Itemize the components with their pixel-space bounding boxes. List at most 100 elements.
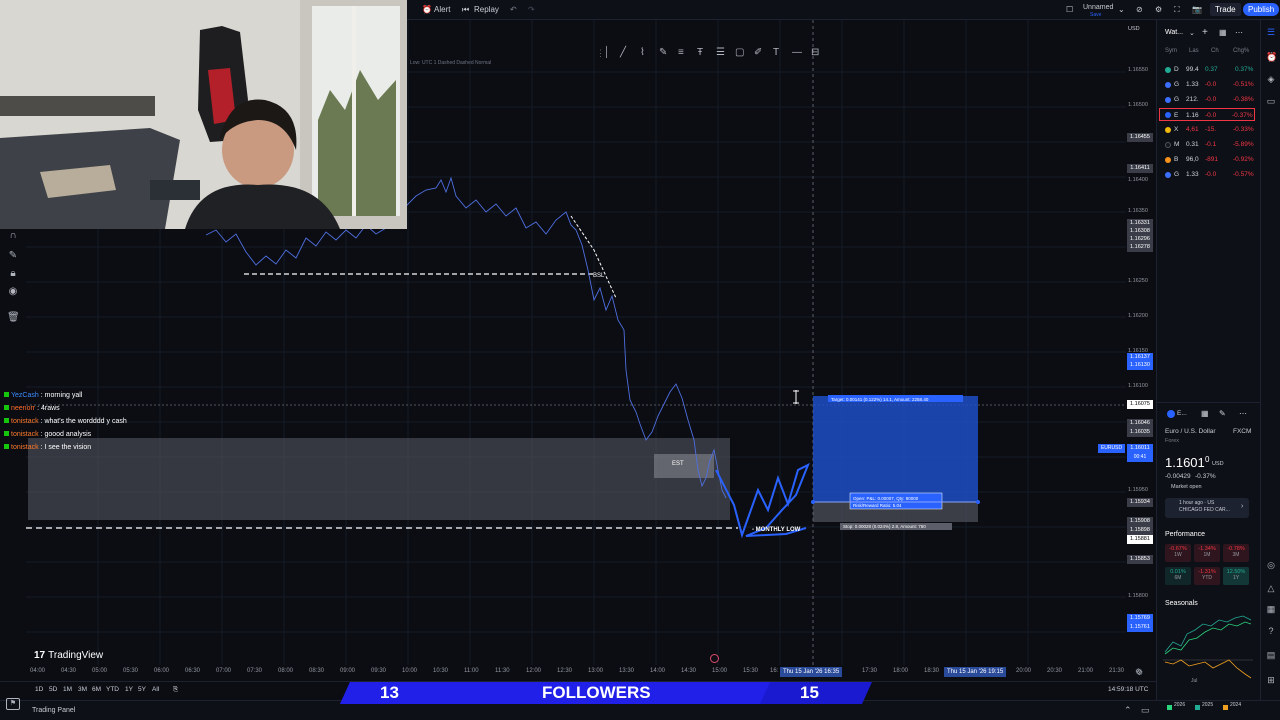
publish-button[interactable]: Publish [1243,3,1280,16]
perf-cell[interactable]: -1.31% YTD [1194,567,1220,585]
chat-icon[interactable]: ▭ [1266,96,1276,106]
perf-cell[interactable]: -1.34% 1M [1194,544,1220,562]
replay-button[interactable]: Replay [474,4,499,16]
col-sym[interactable]: Sym [1165,48,1177,54]
watchlist-title[interactable]: Wat... [1165,29,1183,36]
watchlist-row[interactable]: X 4,61 -15. -0.33% [1165,123,1255,136]
time-axis[interactable]: 04:00 04:30 05:00 05:30 06:00 06:30 07:0… [26,665,1156,679]
col-last[interactable]: Las [1189,48,1199,54]
grid-icon[interactable]: ⊞ [1266,675,1276,685]
target-icon[interactable]: ◎ [1266,560,1276,570]
range-button[interactable]: YTD [106,686,119,693]
magnet-icon[interactable]: ∩ [7,230,19,242]
watchlist-row[interactable]: M 0.31 -0.1 -5.89% [1165,138,1255,151]
watchlist-row[interactable]: G 1.33 -0.0 -0.57% [1165,168,1255,181]
time-label: 11:00 [464,668,479,674]
watchlist-row[interactable]: G 1.33 -0.0 -0.51% [1165,78,1255,91]
row-symbol: D [1174,66,1179,73]
pencil-tool-icon[interactable]: ✐ [754,47,762,58]
price-tag: 1.16075 [1127,400,1153,409]
range-button[interactable]: 3M [78,686,87,693]
add-symbol-icon[interactable]: + [1202,27,1208,38]
date-range-icon[interactable]: ⎘ [173,686,178,694]
perf-cell[interactable]: -0.67% 1W [1165,544,1191,562]
target-zone [813,396,978,502]
font-tool-icon[interactable]: T [773,47,779,58]
clock-label[interactable]: 14:59:18 UTC [1108,686,1148,693]
collapse-icon[interactable]: ⌃ [1124,705,1132,716]
watchlist-row[interactable]: B 96,0 -891 -0.92% [1165,153,1255,166]
details-grid-icon[interactable]: ▦ [1201,409,1209,418]
watchlist-dropdown-icon[interactable]: ⌄ [1189,29,1195,37]
range-button[interactable]: 5D [49,686,57,693]
watchlist-icon[interactable]: ☰ [1266,27,1276,37]
brush-tool-icon[interactable]: ✎ [659,47,667,58]
lock-icon[interactable]: 🔒︎ [7,268,19,280]
layout-checkbox-icon[interactable]: ☐ [1066,4,1073,16]
details-symbol[interactable]: E... [1177,410,1187,417]
eye-icon[interactable]: ◉ [7,286,19,298]
perf-cell[interactable]: -0.78% 3M [1223,544,1249,562]
fullscreen-icon[interactable]: ⛶ [1174,4,1180,16]
watchlist-row[interactable]: G 212. -0.0 -0.38% [1165,93,1255,106]
col-chg[interactable]: Ch [1211,48,1219,54]
watchlist-row-selected[interactable]: E 1.16 -0.0 -0.37% [1159,108,1255,121]
perf-cell[interactable]: 12.50% 1Y [1223,567,1249,585]
horizontal-line-tool-icon[interactable]: — [792,47,802,58]
text-tool-icon[interactable]: Ŧ [697,47,703,58]
layout-icon[interactable]: ▦ [1219,28,1227,37]
trading-panel-label[interactable]: Trading Panel [32,707,75,714]
help-icon[interactable]: ? [1266,626,1276,636]
price-tag: 1.16046 [1127,419,1153,428]
pencil-lock-icon[interactable]: ✎ [7,250,19,262]
price-axis[interactable]: USD 1.16550 1.16500 1.16455 1.16411 1.16… [1126,20,1156,677]
details-edit-icon[interactable]: ✎ [1219,409,1226,418]
alerts-clock-icon[interactable]: ⏰ [1266,52,1277,62]
settings-icon[interactable]: ⚙ [1155,4,1162,16]
replay-icon[interactable]: ⏮ [462,4,469,16]
symbol-logo-icon [1165,97,1171,103]
maximize-panel-icon[interactable]: ▭ [1141,705,1150,716]
indicator-icon[interactable]: ⊘ [1136,4,1143,16]
layers-icon[interactable]: ◈ [1266,74,1276,84]
position-tool-icon[interactable]: ⊟ [811,47,819,58]
trash-icon[interactable]: 🗑︎ [7,312,20,324]
replay-marker-icon[interactable] [710,654,719,663]
alert-icon[interactable]: ⏰ [422,4,432,16]
redo-icon[interactable]: ↷ [528,4,535,16]
vertical-line-tool-icon[interactable]: │ [604,47,610,58]
path-tool-icon[interactable]: ⌇ [640,47,645,58]
trend-line-tool-icon[interactable]: ╱ [620,47,626,58]
perf-cell[interactable]: 0.01% 6M [1165,567,1191,585]
calendar-icon[interactable]: ▦ [1266,604,1276,614]
layout-dropdown-icon[interactable]: ⌄ [1118,4,1125,16]
range-button[interactable]: 5Y [138,686,146,693]
trade-button[interactable]: Trade [1210,3,1241,16]
fib-tool-icon[interactable]: ≡ [678,47,684,58]
flag-icon[interactable]: ⚑ [6,698,20,710]
price-axis-currency[interactable]: USD [1128,26,1140,32]
seasonals-chart[interactable]: Jul [1163,612,1253,684]
watchlist-row[interactable]: D 99.4 0.37 0.37% [1165,63,1255,76]
time-axis-settings-icon[interactable]: ⚙ [1135,667,1142,676]
range-button[interactable]: All [152,686,159,693]
triangle-icon[interactable]: △ [1266,583,1276,593]
time-label: 12:30 [557,668,573,674]
range-button[interactable]: 6M [92,686,101,693]
details-more-icon[interactable]: ⋯ [1239,409,1247,418]
time-label: 17:30 [862,668,878,674]
range-button[interactable]: 1D [35,686,43,693]
undo-icon[interactable]: ↶ [510,4,517,16]
range-button[interactable]: 1Y [125,686,133,693]
alert-button[interactable]: Alert [434,4,450,16]
range-button[interactable]: 1M [63,686,72,693]
rectangle-tool-icon[interactable]: ▢ [735,47,744,58]
details-exchange[interactable]: FXCM [1233,428,1251,435]
lines-tool-icon[interactable]: ☰ [716,47,725,58]
more-icon[interactable]: ⋯ [1235,28,1243,37]
notes-icon[interactable]: ▤ [1266,650,1276,660]
row-chg: -891 [1205,156,1219,163]
snapshot-icon[interactable]: 📷 [1192,4,1202,16]
news-card[interactable]: 1 hour ago · US CHICAGO FED CAR... › [1165,498,1249,518]
col-chg-pct[interactable]: Chg% [1233,48,1249,54]
